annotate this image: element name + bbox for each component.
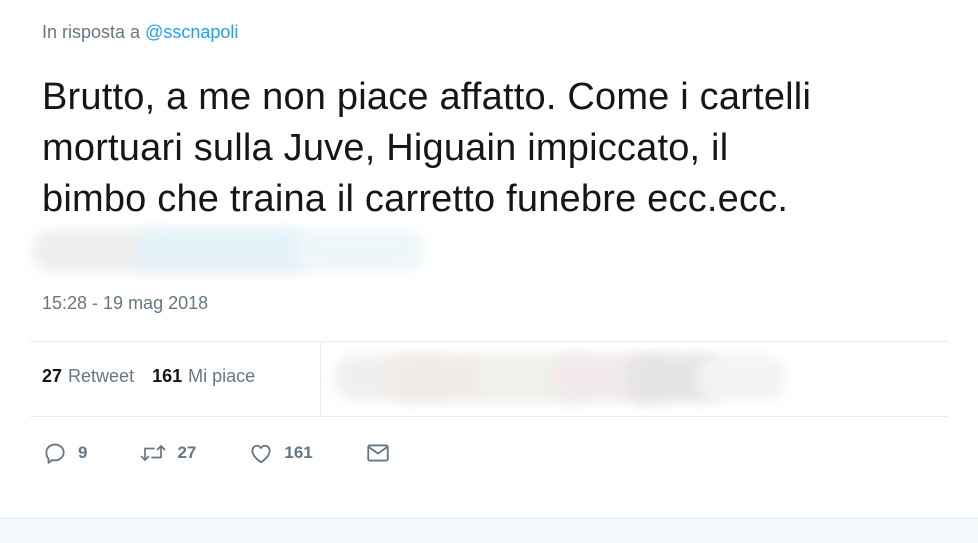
tweet-actions: 9 27 161 [42,440,443,466]
direct-message-icon [365,440,391,466]
reply-mention-link[interactable]: @sscnapoli [145,22,238,42]
redacted-region [24,222,439,280]
direct-message-button[interactable] [365,440,391,466]
like-action-button[interactable]: 161 [248,440,313,466]
likes-stat-link[interactable]: 161 Mi piace [152,366,255,387]
likes-stat-count: 161 [152,366,183,386]
reply-prefix: In risposta a [42,22,141,42]
tweet-text-line: mortuari sulla Juve, Higuain impiccato, … [42,127,729,169]
reply-icon [42,440,68,466]
like-count: 161 [284,443,313,462]
stats-separator [320,342,321,416]
redacted-avatars [326,348,796,410]
divider-top [30,341,948,342]
likes-stat-label: Mi piace [188,366,256,386]
tweet-detail: In risposta a @sscnapoli Brutto, a me no… [0,0,978,543]
retweet-icon [139,440,167,466]
retweet-count: 27 [177,443,197,462]
retweet-action-button[interactable]: 27 [139,440,196,466]
retweets-stat-link[interactable]: 27 Retweet [42,366,134,387]
tweet-text: Brutto, a me non piace affatto. Come i c… [42,72,962,225]
reply-context: In risposta a @sscnapoli [42,22,238,43]
retweets-stat-label: Retweet [68,366,135,386]
retweets-stat-count: 27 [42,366,63,386]
reply-count: 9 [78,443,88,462]
tweet-text-line: Brutto, a me non piace affatto. Come i c… [42,76,812,118]
reply-box-area [0,518,978,543]
like-icon [248,440,274,466]
tweet-text-line: bimbo che traina il carretto funebre ecc… [42,178,789,220]
reply-action-button[interactable]: 9 [42,440,87,466]
tweet-timestamp-link[interactable]: 15:28 - 19 mag 2018 [42,293,208,314]
divider-bottom [30,416,948,417]
tweet-stats: 27 Retweet 161 Mi piace [42,366,255,387]
